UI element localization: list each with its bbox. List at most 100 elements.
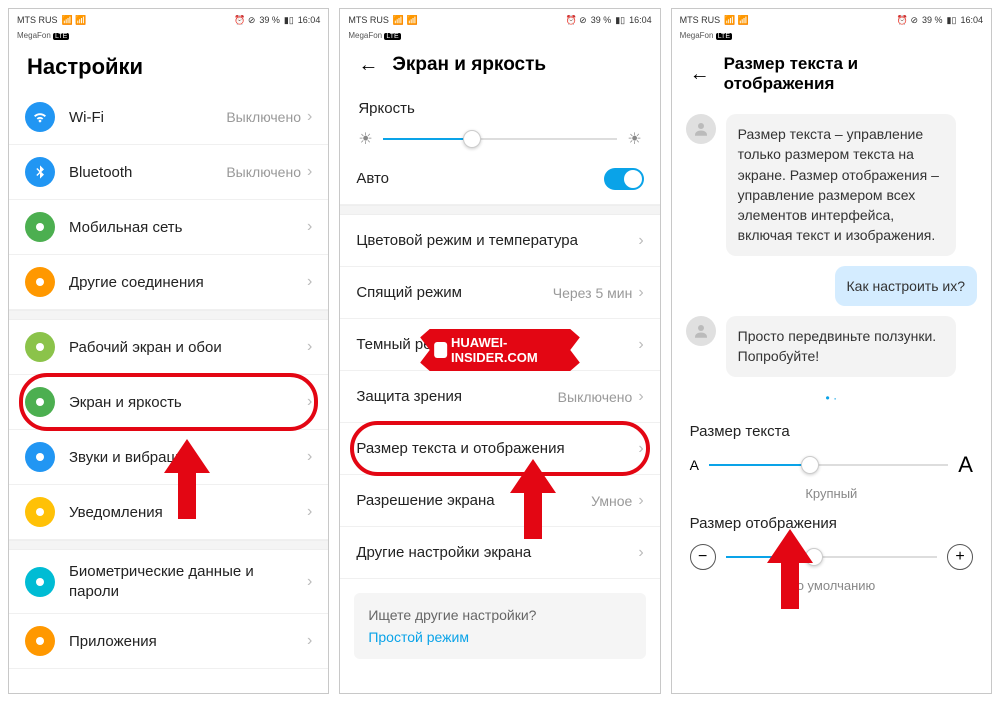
plus-icon: + [947, 544, 973, 570]
brightness-slider[interactable]: ☀ ☀ [340, 123, 659, 153]
screen-display-brightness: MTS RUS📶 📶 ⏰ ⊘39 %▮▯16:04 MegaFon LTE ← … [339, 8, 660, 694]
display-size-slider[interactable]: − + [672, 538, 991, 574]
page-title: Размер текста и отображения [724, 54, 973, 94]
a-large-icon: A [958, 452, 973, 478]
chevron-right-icon: › [307, 338, 312, 356]
screen-text-size: MTS RUS📶 📶 ⏰ ⊘39 %▮▯16:04 MegaFon LTE ← … [671, 8, 992, 694]
row-home-wallpaper[interactable]: Рабочий экран и обои› [9, 320, 328, 375]
row-label: Спящий режим [356, 284, 552, 301]
page-header: ← Размер текста и отображения [672, 40, 991, 104]
display-size-label: Размер отображения [672, 501, 991, 538]
row-label: Другие соединения [69, 274, 307, 291]
page-title: Настройки [27, 54, 143, 80]
screen-settings: MTS RUS 📶 📶 ⏰ ⊘39 %▮▯16:04 MegaFon LTE Н… [8, 8, 329, 694]
row-label: Экран и яркость [69, 394, 307, 411]
row-label: Bluetooth [69, 164, 226, 181]
carrier: MTS RUS [17, 15, 58, 25]
row-color-mode[interactable]: Цветовой режим и температура› [340, 215, 659, 267]
wifi-icon [25, 102, 55, 132]
chevron-right-icon: › [307, 163, 312, 181]
auto-toggle[interactable] [604, 168, 644, 190]
brightness-label: Яркость [340, 86, 659, 123]
row-value: Выключено [226, 164, 301, 180]
bluetooth-icon [25, 157, 55, 187]
chat-preview: Размер текста – управление только размер… [672, 104, 991, 387]
chat-bubble: Размер текста – управление только размер… [726, 114, 956, 256]
chevron-right-icon: › [638, 492, 643, 510]
status-bar: MTS RUS📶 📶 ⏰ ⊘39 %▮▯16:04 [672, 9, 991, 31]
chevron-right-icon: › [638, 440, 643, 458]
biometrics-icon [25, 567, 55, 597]
simple-mode-link[interactable]: Простой режим [368, 629, 631, 645]
row-label: Защита зрения [356, 388, 557, 405]
chevron-right-icon: › [307, 632, 312, 650]
back-button[interactable]: ← [690, 64, 710, 84]
chevron-right-icon: › [307, 108, 312, 126]
row-label: Другие настройки экрана [356, 544, 638, 561]
sun-low-icon: ☀ [358, 129, 372, 149]
chevron-right-icon: › [307, 448, 312, 466]
mobile-network-icon [25, 212, 55, 242]
row-display-brightness[interactable]: Экран и яркость› [9, 375, 328, 430]
back-button[interactable]: ← [358, 55, 378, 75]
chat-bubble: Просто передвиньте ползунки. Попробуйте! [726, 316, 956, 377]
row-more-display[interactable]: Другие настройки экрана› [340, 527, 659, 579]
row-label: Биометрические данные и пароли [69, 562, 307, 601]
chevron-right-icon: › [638, 388, 643, 406]
row-text-size[interactable]: Размер текста и отображения› [340, 423, 659, 475]
row-label: Wi-Fi [69, 109, 226, 126]
row-other-connections[interactable]: Другие соединения› [9, 255, 328, 310]
avatar-icon [686, 316, 716, 346]
row-bluetooth[interactable]: BluetoothВыключено › [9, 145, 328, 200]
sun-high-icon: ☀ [627, 129, 641, 149]
chevron-right-icon: › [638, 336, 643, 354]
row-value: Через 5 мин [553, 285, 633, 301]
row-biometrics[interactable]: Биометрические данные и пароли› [9, 550, 328, 614]
info-box: Ищете другие настройки? Простой режим [354, 593, 645, 659]
watermark: HUAWEI-INSIDER.COM [420, 329, 580, 371]
chevron-right-icon: › [307, 218, 312, 236]
minus-icon: − [690, 544, 716, 570]
other-connections-icon [25, 267, 55, 297]
auto-brightness-row[interactable]: Авто [340, 153, 659, 205]
row-value: Выключено [226, 109, 301, 125]
display-brightness-icon [25, 387, 55, 417]
chevron-right-icon: › [638, 284, 643, 302]
chevron-right-icon: › [307, 573, 312, 591]
chevron-right-icon: › [307, 273, 312, 291]
row-resolution[interactable]: Разрешение экранаУмное › [340, 475, 659, 527]
page-title: Экран и яркость [392, 54, 546, 76]
row-apps[interactable]: Приложения› [9, 614, 328, 669]
row-value: Выключено [558, 389, 633, 405]
row-notifications[interactable]: Уведомления› [9, 485, 328, 540]
chevron-right-icon: › [307, 393, 312, 411]
chevron-right-icon: › [307, 503, 312, 521]
status-bar: MTS RUS 📶 📶 ⏰ ⊘39 %▮▯16:04 [9, 9, 328, 31]
row-label: Цветовой режим и температура [356, 231, 638, 251]
row-eye-comfort[interactable]: Защита зренияВыключено › [340, 371, 659, 423]
home-wallpaper-icon [25, 332, 55, 362]
row-label: Рабочий экран и обои [69, 339, 307, 356]
row-label: Уведомления [69, 504, 307, 521]
row-sleep[interactable]: Спящий режимЧерез 5 мин › [340, 267, 659, 319]
row-label: Разрешение экрана [356, 492, 591, 509]
row-label: Приложения [69, 633, 307, 650]
sounds-icon [25, 442, 55, 472]
row-label: Звуки и вибрация [69, 449, 307, 466]
row-value: Умное [591, 493, 632, 509]
row-mobile-network[interactable]: Мобильная сеть› [9, 200, 328, 255]
status-bar: MTS RUS📶 📶 ⏰ ⊘39 %▮▯16:04 [340, 9, 659, 31]
text-size-label: Размер текста [672, 409, 991, 446]
apps-icon [25, 626, 55, 656]
text-size-slider[interactable]: A A [672, 446, 991, 482]
a-small-icon: A [690, 457, 699, 473]
avatar-icon [686, 114, 716, 144]
chevron-right-icon: › [638, 544, 643, 562]
page-header: Настройки [9, 40, 328, 90]
row-label: Мобильная сеть [69, 219, 307, 236]
row-sounds[interactable]: Звуки и вибрация› [9, 430, 328, 485]
row-wifi[interactable]: Wi-FiВыключено › [9, 90, 328, 145]
page-header: ← Экран и яркость [340, 40, 659, 86]
notifications-icon [25, 497, 55, 527]
chat-bubble-user: Как настроить их? [835, 266, 977, 306]
